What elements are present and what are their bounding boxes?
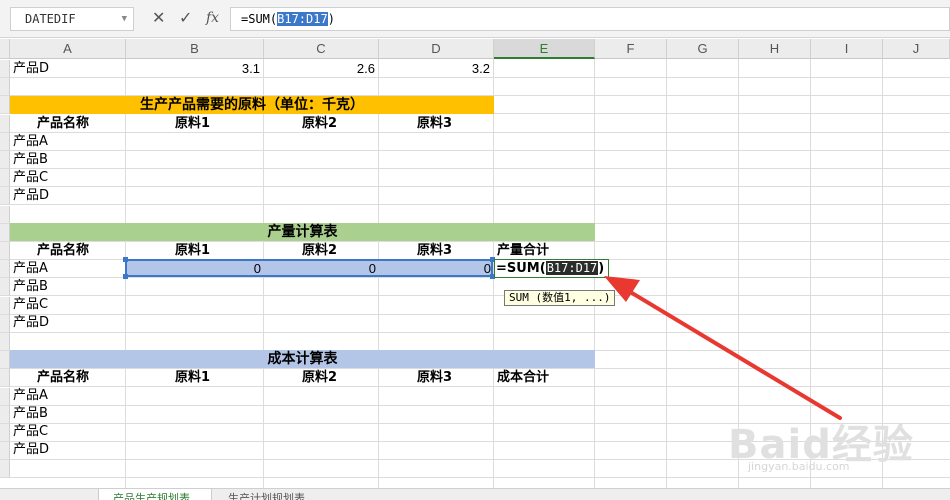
- sheet-tab-active[interactable]: 产品生产规划表: [98, 489, 212, 500]
- sheet-tab[interactable]: 生产计划规划表: [214, 489, 342, 500]
- annotation-arrow: [604, 276, 842, 420]
- sheet-tab-label: 生产计划规划表: [228, 492, 305, 500]
- sheet-tab-bar: 产品生产规划表 生产计划规划表: [0, 488, 950, 500]
- sheet-tab-label: 产品生产规划表: [113, 492, 190, 500]
